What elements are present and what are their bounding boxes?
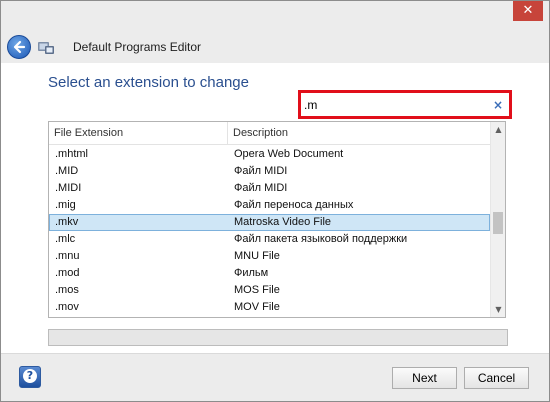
table-row[interactable]: .mkv Matroska Video File [49, 214, 490, 231]
row-extension: .mhtml [55, 148, 88, 160]
vertical-scrollbar[interactable]: ▲ ▼ [490, 122, 505, 317]
table-row[interactable]: .mig Файл переноса данных [49, 197, 490, 214]
row-extension: .mig [55, 199, 76, 211]
row-extension: .MIDI [55, 182, 82, 194]
row-description: MNU File [234, 250, 280, 262]
column-header-extension[interactable]: File Extension [49, 122, 228, 145]
list-rows: .mhtml Opera Web Document .MID Файл MIDI .MI… [49, 146, 490, 317]
row-extension: .mlc [55, 233, 76, 245]
table-row[interactable]: .MID Файл MIDI [49, 163, 490, 180]
table-row[interactable]: .mlc Файл пакета языковой поддержки [49, 231, 490, 248]
table-row[interactable]: .mos MOS File [49, 282, 490, 299]
row-description: Файл MIDI [234, 165, 288, 177]
list-header: File Extension Description [49, 122, 490, 145]
cancel-button[interactable]: Cancel [464, 367, 529, 389]
scroll-thumb[interactable] [493, 212, 503, 234]
row-description: Файл MIDI [234, 182, 288, 194]
help-icon: ? [23, 369, 37, 383]
row-description: Фильм [234, 267, 269, 279]
close-button[interactable]: ✕ [513, 1, 543, 21]
row-description: Файл пакета языковой поддержки [234, 233, 408, 245]
title-bar: ✕ [1, 1, 549, 31]
progress-bar [48, 329, 508, 346]
clear-search-icon[interactable]: × [493, 97, 503, 113]
back-arrow-icon[interactable] [7, 35, 31, 59]
window-title: Default Programs Editor [73, 40, 202, 54]
search-box[interactable]: × [298, 90, 512, 119]
table-row[interactable]: .mod Фильм [49, 265, 490, 282]
row-extension: .mos [55, 284, 79, 296]
main-content: Select an extension to change × File Ext… [1, 63, 549, 353]
search-input[interactable] [304, 96, 504, 114]
table-row[interactable]: .mnu MNU File [49, 248, 490, 265]
page-heading: Select an extension to change [48, 74, 249, 91]
row-description: Файл переноса данных [234, 199, 354, 211]
scroll-down-icon[interactable]: ▼ [491, 302, 505, 317]
row-extension: .MP2 [55, 316, 81, 317]
row-description: MOS File [234, 284, 280, 296]
row-extension: .mov [55, 301, 79, 313]
table-row[interactable]: .MIDI Файл MIDI [49, 180, 490, 197]
column-header-description[interactable]: Description [228, 122, 490, 145]
row-extension: .MID [55, 165, 79, 177]
row-extension: .mkv [55, 216, 79, 228]
dialog-window: ✕ Default Programs Editor Select an exte… [0, 0, 550, 402]
scroll-up-icon[interactable]: ▲ [491, 122, 505, 137]
default-programs-icon [37, 39, 55, 55]
row-description: Opera Web Document [234, 148, 344, 160]
row-extension: .mod [55, 267, 80, 279]
row-description: Звукофайл в формате MP2 [234, 316, 374, 317]
help-button[interactable]: ? [19, 366, 41, 388]
header-bar: Default Programs Editor [1, 31, 549, 63]
row-extension: .mnu [55, 250, 80, 262]
table-row[interactable]: .mov MOV File [49, 299, 490, 316]
table-row[interactable]: .mhtml Opera Web Document [49, 146, 490, 163]
row-description: MOV File [234, 301, 280, 313]
table-row[interactable]: .MP2 Звукофайл в формате MP2 [49, 316, 490, 317]
row-description: Matroska Video File [234, 216, 332, 228]
extension-list[interactable]: File Extension Description .mhtml Opera W… [48, 121, 506, 318]
next-button[interactable]: Next [392, 367, 457, 389]
footer-bar: ? Next Cancel [1, 353, 549, 401]
